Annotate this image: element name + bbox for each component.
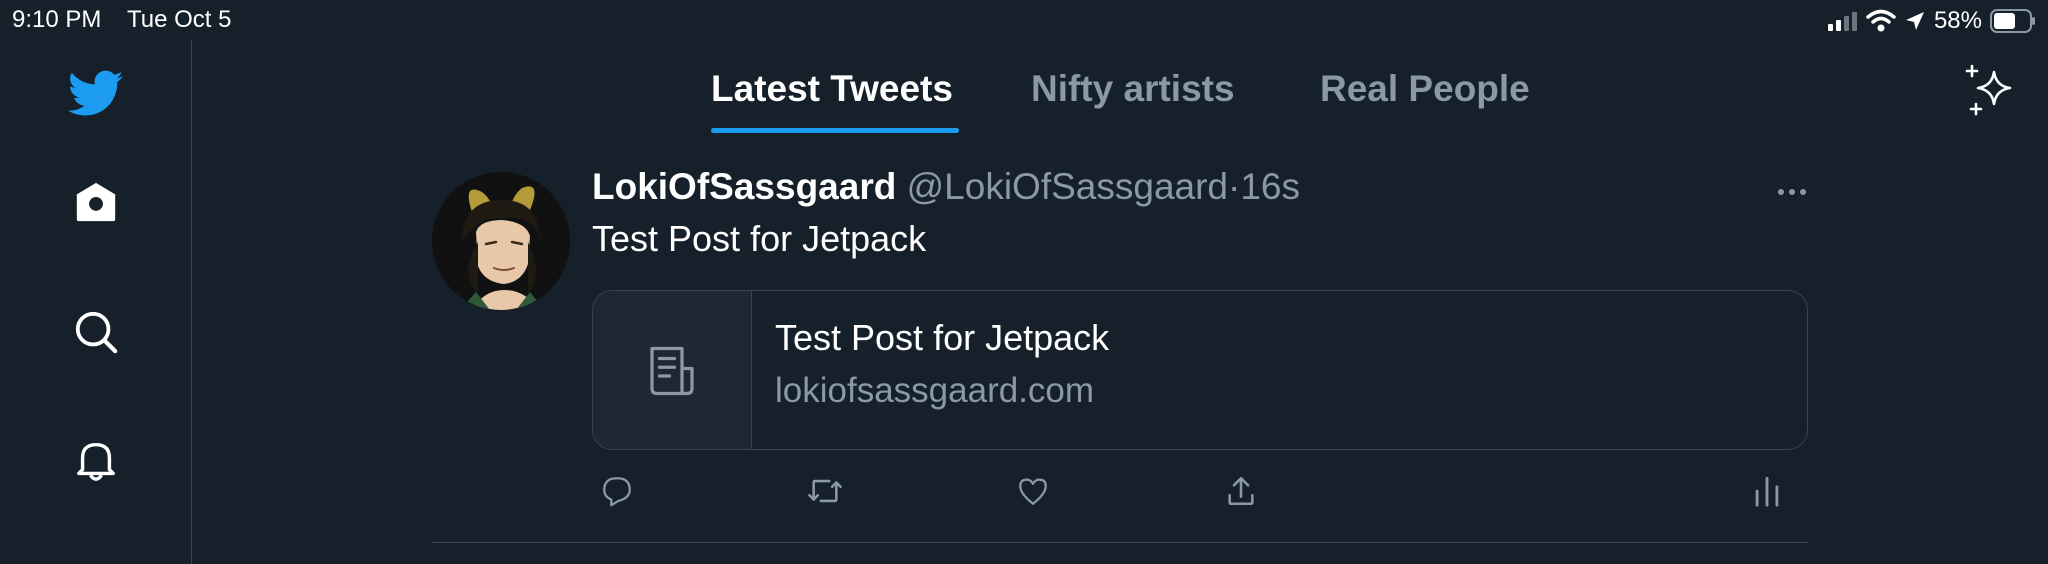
user-handle[interactable]: @LokiOfSassgaard (907, 166, 1228, 207)
tab-bar: Latest Tweets Nifty artists Real People (192, 40, 2048, 140)
tab-nifty-artists[interactable]: Nifty artists (1031, 68, 1235, 110)
tweet-actions (592, 466, 1808, 516)
location-arrow-icon (1905, 12, 1924, 30)
sparkle-icon[interactable] (1962, 64, 2018, 120)
status-time: 9:10 PM (12, 6, 102, 33)
reply-icon[interactable] (592, 466, 642, 516)
tweet-text: Test Post for Jetpack (592, 218, 927, 259)
status-date: Tue Oct 5 (127, 6, 232, 33)
tab-latest-tweets[interactable]: Latest Tweets (711, 68, 953, 110)
separator-dot: · (1228, 166, 1241, 207)
card-thumbnail (593, 291, 752, 449)
retweet-icon[interactable] (800, 466, 850, 516)
search-icon[interactable] (66, 302, 126, 362)
link-preview-card[interactable]: Test Post for Jetpack lokiofsassgaard.co… (592, 290, 1808, 450)
tab-real-people[interactable]: Real People (1320, 68, 1530, 110)
more-options-icon[interactable] (1772, 182, 1812, 202)
analytics-icon[interactable] (1742, 466, 1792, 516)
display-name[interactable]: LokiOfSassgaard (592, 166, 896, 207)
tweet-header: LokiOfSassgaard @LokiOfSassgaard·16s (592, 166, 1300, 208)
home-icon[interactable] (66, 172, 126, 232)
card-domain: lokiofsassgaard.com (775, 371, 1095, 410)
tweet-timestamp[interactable]: 16s (1240, 166, 1300, 207)
twitter-logo-icon[interactable] (66, 64, 126, 124)
tweet-divider (432, 542, 1808, 543)
status-bar: 9:10 PM Tue Oct 5 58% (0, 0, 2048, 40)
card-title: Test Post for Jetpack (775, 317, 1110, 358)
battery-percentage: 58% (1933, 7, 1982, 34)
battery-icon (1990, 9, 2035, 33)
share-icon[interactable] (1216, 466, 1266, 516)
avatar[interactable] (432, 172, 570, 310)
notifications-bell-icon[interactable] (66, 430, 126, 490)
sidebar (0, 40, 192, 564)
status-indicators: 58% (1827, 6, 2036, 36)
signal-icon (1827, 12, 1857, 31)
like-icon[interactable] (1008, 466, 1058, 516)
active-tab-indicator (711, 128, 959, 133)
article-icon (650, 346, 694, 396)
wifi-icon (1866, 9, 1896, 32)
